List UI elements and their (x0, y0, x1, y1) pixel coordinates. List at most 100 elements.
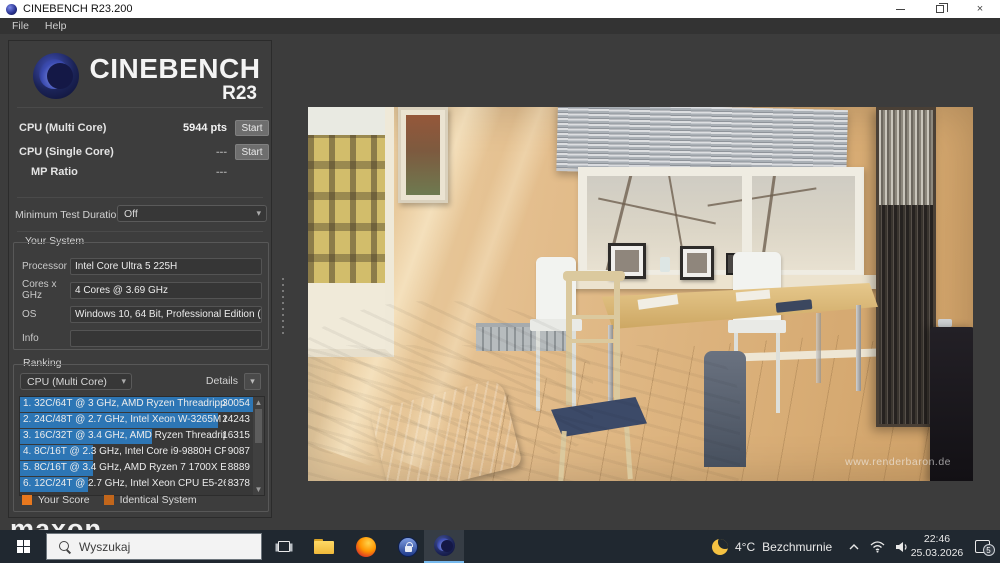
ranking-row-score: 8378 (228, 478, 250, 489)
your-system-group: Processor Intel Core Ultra 5 225H Cores … (13, 242, 269, 350)
os-row: OS Windows 10, 64 Bit, Professional Edit… (22, 305, 262, 323)
start-button[interactable] (0, 530, 46, 563)
moon-icon (712, 539, 728, 555)
notification-icon: 5 (975, 540, 990, 553)
scroll-thumb[interactable] (255, 409, 262, 443)
ranking-row-text: 3. 16C/32T @ 3.4 GHz, AMD Ryzen Threadri… (23, 430, 226, 441)
clock-date: 25.03.2026 (911, 547, 964, 560)
identical-system-swatch (104, 495, 114, 505)
details-select[interactable]: ▾ (244, 373, 261, 390)
render-building (308, 135, 385, 285)
your-score-label: Your Score (38, 494, 90, 506)
render-photo-frame (680, 246, 714, 280)
identical-system-label: Identical System (120, 494, 197, 506)
ranking-row-text: 6. 12C/24T @ 2.7 GHz, Intel Xeon CPU E5-… (23, 478, 226, 489)
panel-splitter-handle[interactable] (282, 278, 284, 338)
ranking-filter-value: CPU (Multi Core) (27, 376, 107, 388)
ranking-legend: Your Score Identical System (22, 494, 205, 506)
cpu-single-core-label: CPU (Single Core) (19, 146, 169, 158)
ranking-row[interactable]: 5. 8C/16T @ 3.4 GHz, AMD Ryzen 7 1700X E… (20, 461, 264, 476)
mp-ratio-label: MP Ratio (19, 166, 169, 178)
system-tray (848, 530, 909, 563)
ranking-row-score: 30054 (222, 398, 250, 409)
ranking-row-text: 4. 8C/16T @ 2.3 GHz, Intel Core i9-9880H… (23, 446, 226, 457)
folder-icon (314, 539, 334, 554)
logo-version: R23 (89, 83, 257, 105)
mp-ratio-value: --- (169, 166, 227, 178)
start-multi-core-button[interactable]: Start (235, 120, 269, 136)
notification-badge: 5 (983, 544, 995, 556)
render-cd-rack (876, 107, 936, 427)
action-center-button[interactable]: 5 (966, 530, 998, 563)
maxon-logo-text: maxon (10, 514, 102, 530)
ranking-row-score: 8889 (228, 462, 250, 473)
cinebench-app-icon (6, 4, 17, 15)
ranking-row[interactable]: 3. 16C/32T @ 3.4 GHz, AMD Ryzen Threadri… (20, 429, 264, 444)
cinema4d-logo-icon (33, 53, 79, 99)
render-table-leg (856, 305, 861, 391)
taskbar-clock[interactable]: 22:46 25.03.2026 (908, 530, 966, 563)
restore-button[interactable] (920, 0, 960, 18)
cinebench-taskbar-button[interactable] (424, 530, 464, 563)
info-field[interactable] (70, 330, 262, 347)
search-icon (59, 541, 71, 553)
os-field[interactable]: Windows 10, 64 Bit, Professional Edition… (70, 306, 262, 323)
ranking-row-text: 1. 32C/64T @ 3 GHz, AMD Ryzen Threadripp… (23, 398, 226, 409)
chevron-down-icon: ▾ (121, 376, 126, 387)
ranking-row-score: 9087 (228, 446, 250, 457)
scroll-down-icon[interactable]: ▼ (253, 485, 264, 494)
file-explorer-button[interactable] (304, 530, 344, 563)
menu-bar: File Help (0, 18, 1000, 34)
ranking-row[interactable]: 4. 8C/16T @ 2.3 GHz, Intel Core i9-9880H… (20, 445, 264, 460)
ranking-row[interactable]: 1. 32C/64T @ 3 GHz, AMD Ryzen Threadripp… (20, 397, 264, 412)
control-panel: CINEBENCH R23 CPU (Multi Core) 5944 pts … (8, 40, 272, 518)
render-table-leg (816, 313, 821, 383)
wifi-icon[interactable] (870, 541, 885, 553)
ranking-group: CPU (Multi Core) ▾ Details ▾ 1. 32C/64T … (13, 364, 269, 512)
processor-row: Processor Intel Core Ultra 5 225H (22, 257, 262, 275)
menu-help[interactable]: Help (45, 20, 67, 32)
cpu-multi-core-score: 5944 pts (169, 122, 227, 134)
scroll-up-icon[interactable]: ▲ (253, 398, 264, 407)
ranking-row[interactable]: 6. 12C/24T @ 2.7 GHz, Intel Xeon CPU E5-… (20, 477, 264, 492)
min-test-duration-select[interactable]: Off ▾ (117, 205, 267, 222)
windows-logo-icon (17, 540, 30, 553)
ranking-scrollbar[interactable]: ▲ ▼ (253, 397, 264, 495)
clock-time: 22:46 (924, 533, 950, 546)
render-candle (660, 257, 670, 272)
min-test-duration-value: Off (124, 208, 138, 220)
min-test-duration-label: Minimum Test Duration (15, 209, 122, 221)
taskbar-search[interactable]: Wyszukaj (46, 533, 262, 560)
maxon-logo: maxon (10, 514, 230, 530)
ranking-list: 1. 32C/64T @ 3 GHz, AMD Ryzen Threadripp… (19, 396, 265, 496)
title-bar: CINEBENCH R23.200 × (0, 0, 1000, 18)
ranking-row[interactable]: 2. 24C/48T @ 2.7 GHz, Intel Xeon W-3265M… (20, 413, 264, 428)
firefox-icon (356, 537, 376, 557)
firefox-button[interactable] (346, 530, 386, 563)
close-button[interactable]: × (960, 0, 1000, 18)
weather-temp: 4°C (735, 540, 755, 554)
render-wooden-chair-slat (570, 315, 616, 319)
chevron-up-icon[interactable] (848, 543, 860, 551)
start-single-core-button[interactable]: Start (235, 144, 269, 160)
ranking-filter-select[interactable]: CPU (Multi Core) ▾ (20, 373, 132, 390)
cinebench-icon (434, 535, 455, 556)
cores-ghz-row: Cores x GHz 4 Cores @ 3.69 GHz (22, 281, 262, 299)
ranking-row-score: 16315 (222, 430, 250, 441)
keepass-button[interactable] (388, 530, 428, 563)
processor-field[interactable]: Intel Core Ultra 5 225H (70, 258, 262, 275)
task-view-button[interactable] (266, 530, 302, 563)
minimize-button[interactable] (880, 0, 920, 18)
weather-widget[interactable]: 4°C Bezchmurnie (712, 530, 832, 563)
render-watermark: www.renderbaron.de (845, 456, 951, 468)
info-label: Info (22, 333, 70, 344)
cores-ghz-field[interactable]: 4 Cores @ 3.69 GHz (70, 282, 262, 299)
menu-file[interactable]: File (12, 20, 29, 32)
speaker-icon[interactable] (895, 541, 909, 553)
render-speaker-top-object (938, 319, 952, 327)
cpu-multi-core-label: CPU (Multi Core) (19, 122, 169, 134)
cpu-multi-core-row: CPU (Multi Core) 5944 pts Start (19, 119, 269, 137)
weather-condition: Bezchmurnie (762, 540, 832, 554)
processor-label: Processor (22, 261, 70, 272)
logo-title: CINEBENCH (89, 53, 261, 85)
